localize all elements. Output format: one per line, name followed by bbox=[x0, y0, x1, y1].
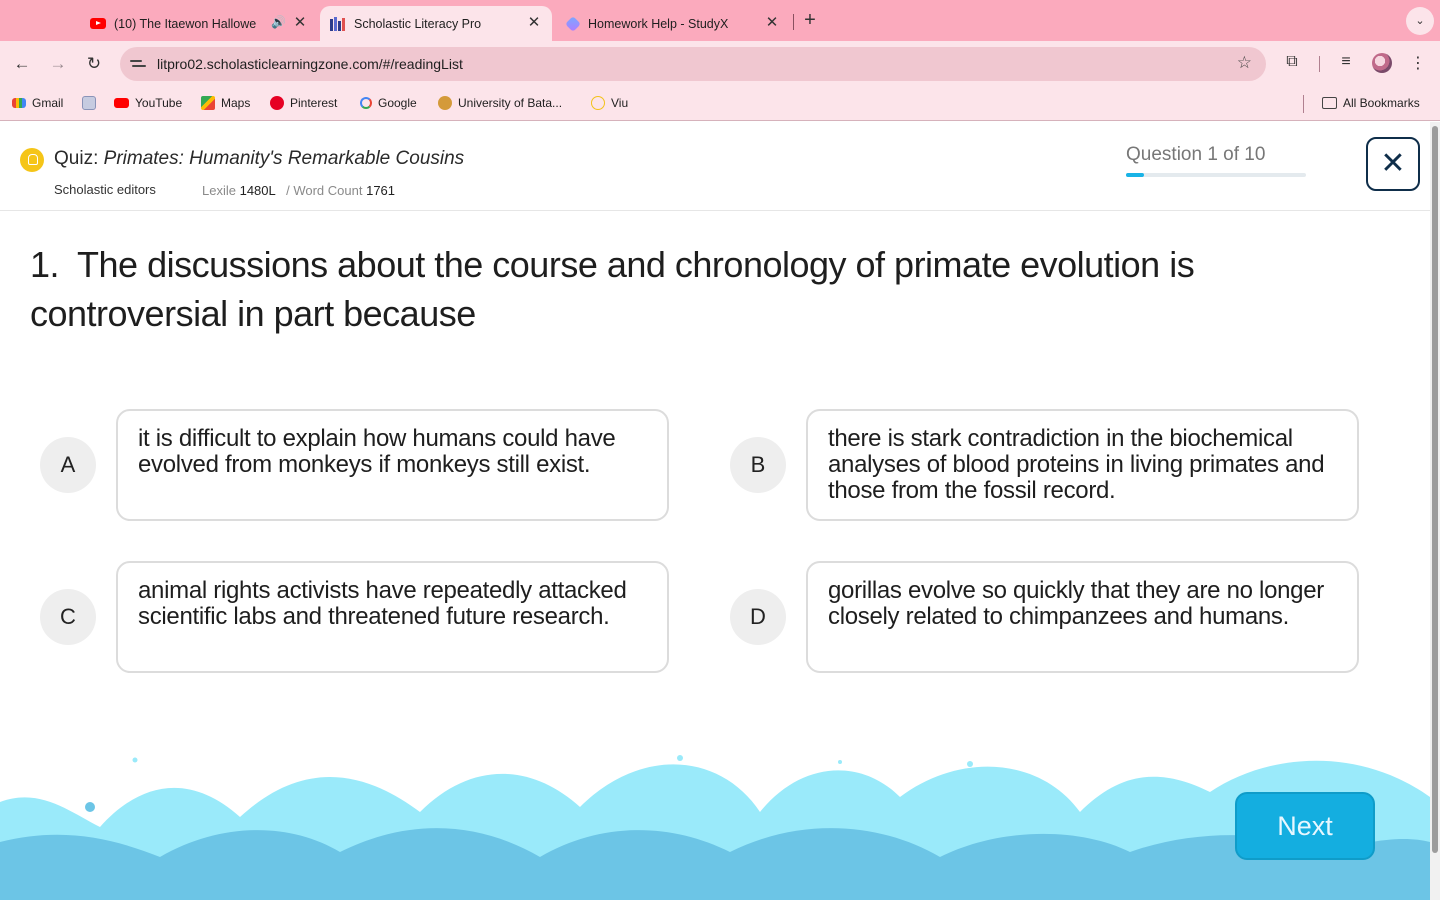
url-text[interactable]: litpro02.scholasticlearningzone.com/#/re… bbox=[157, 56, 463, 72]
answer-b-letter[interactable]: B bbox=[730, 437, 786, 493]
tab-title: Homework Help - StudyX bbox=[588, 16, 729, 31]
quiz-page: Quiz: Primates: Humanity's Remarkable Co… bbox=[0, 122, 1430, 900]
bookmark-label: Maps bbox=[221, 96, 251, 110]
tab-scholastic[interactable]: Scholastic Literacy Pro ✕ bbox=[320, 6, 552, 41]
quiz-author: Scholastic editors bbox=[54, 182, 156, 197]
answer-b-option[interactable]: there is stark contradiction in the bioc… bbox=[806, 409, 1359, 521]
bookmark-label: Viu bbox=[611, 96, 629, 110]
question-number: 1. bbox=[30, 244, 60, 285]
folder-icon bbox=[1322, 97, 1337, 109]
question-body: The discussions about the course and chr… bbox=[30, 244, 1195, 334]
media-control-icon[interactable]: ≡ bbox=[1335, 53, 1357, 71]
word-count-value: 1761 bbox=[366, 183, 396, 198]
youtube-icon bbox=[114, 98, 129, 108]
bookmark-youtube[interactable]: YouTube bbox=[114, 96, 182, 110]
books-icon bbox=[330, 16, 346, 31]
bookmark-google[interactable]: Google bbox=[360, 96, 417, 110]
word-count-label: / Word Count bbox=[286, 183, 363, 198]
close-icon[interactable]: ✕ bbox=[292, 15, 308, 31]
tab-search-button[interactable]: ⌄ bbox=[1406, 7, 1434, 35]
question-text: 1. The discussions about the course and c… bbox=[30, 240, 1400, 338]
maps-icon bbox=[201, 96, 215, 110]
bookmarks-divider bbox=[1303, 95, 1304, 113]
close-icon[interactable]: ✕ bbox=[764, 15, 780, 31]
all-bookmarks-label: All Bookmarks bbox=[1343, 96, 1420, 110]
quiz-title-text: Primates: Humanity's Remarkable Cousins bbox=[103, 148, 465, 169]
site-settings-icon[interactable] bbox=[130, 57, 146, 71]
answer-d-letter[interactable]: D bbox=[730, 589, 786, 645]
browser-toolbar: ← → ↻ litpro02.scholasticlearningzone.co… bbox=[0, 41, 1440, 87]
close-icon[interactable]: ✕ bbox=[526, 15, 542, 31]
bookmark-label: Google bbox=[378, 96, 417, 110]
bookmark-maps[interactable]: Maps bbox=[201, 96, 250, 110]
bookmark-label: YouTube bbox=[135, 96, 183, 110]
wave-decoration bbox=[0, 755, 1430, 900]
answer-a-letter[interactable]: A bbox=[40, 437, 96, 493]
quiz-progress-bar bbox=[1126, 173, 1306, 177]
gmail-icon bbox=[12, 98, 26, 108]
page-scrollbar[interactable] bbox=[1430, 122, 1440, 900]
quiz-header: Quiz: Primates: Humanity's Remarkable Co… bbox=[0, 122, 1430, 211]
news-icon bbox=[82, 96, 96, 110]
bookmarks-bar: Gmail YouTube Maps Pinterest Google Univ… bbox=[0, 87, 1440, 121]
reload-button[interactable]: ↻ bbox=[82, 53, 106, 75]
studyx-icon bbox=[565, 15, 581, 32]
tab-strip: (10) The Itaewon Hallowe 🔊 ✕ Scholastic … bbox=[0, 0, 1440, 41]
back-button[interactable]: ← bbox=[10, 53, 34, 75]
university-icon bbox=[438, 96, 452, 110]
menu-icon[interactable]: ⋮ bbox=[1407, 53, 1429, 73]
pinterest-icon bbox=[270, 96, 284, 110]
bookmark-gmail[interactable]: Gmail bbox=[12, 96, 63, 110]
address-bar[interactable]: litpro02.scholasticlearningzone.com/#/re… bbox=[120, 47, 1266, 81]
tab-studyx[interactable]: Homework Help - StudyX ✕ bbox=[556, 6, 790, 41]
answer-d-option[interactable]: gorillas evolve so quickly that they are… bbox=[806, 561, 1359, 673]
answer-c-option[interactable]: animal rights activists have repeatedly … bbox=[116, 561, 669, 673]
forward-button[interactable]: → bbox=[46, 53, 70, 75]
bookmark-university[interactable]: University of Bata... bbox=[438, 96, 562, 110]
tab-youtube[interactable]: (10) The Itaewon Hallowe 🔊 ✕ bbox=[80, 6, 318, 41]
next-button[interactable]: Next bbox=[1235, 792, 1375, 860]
viu-icon bbox=[591, 96, 605, 110]
tab-title: (10) The Itaewon Hallowe bbox=[114, 16, 257, 31]
speaker-icon[interactable]: 🔊 bbox=[271, 15, 286, 29]
bookmark-pinterest[interactable]: Pinterest bbox=[270, 96, 337, 110]
bookmark-viu[interactable]: Viu bbox=[591, 96, 628, 110]
tab-title: Scholastic Literacy Pro bbox=[354, 16, 482, 31]
toolbar-divider bbox=[1319, 56, 1320, 72]
all-bookmarks-button[interactable]: All Bookmarks bbox=[1322, 96, 1420, 110]
answer-c-letter[interactable]: C bbox=[40, 589, 96, 645]
answer-a-option[interactable]: it is difficult to explain how humans co… bbox=[116, 409, 669, 521]
profile-avatar[interactable] bbox=[1372, 53, 1392, 73]
scrollbar-thumb[interactable] bbox=[1432, 126, 1438, 853]
quiz-progress-fill bbox=[1126, 173, 1144, 177]
quiz-meta: Lexile 1480L / Word Count 1761 bbox=[202, 183, 395, 198]
question-counter: Question 1 of 10 bbox=[1126, 144, 1266, 165]
tab-divider bbox=[793, 14, 794, 30]
lightbulb-icon bbox=[20, 148, 44, 172]
bookmark-label: Pinterest bbox=[290, 96, 338, 110]
bookmark-label: Gmail bbox=[32, 96, 64, 110]
bookmark-star-icon[interactable]: ☆ bbox=[1237, 53, 1252, 73]
bookmark-label: University of Bata... bbox=[458, 96, 563, 110]
quiz-title-prefix: Quiz: bbox=[54, 148, 99, 169]
new-tab-button[interactable]: + bbox=[801, 10, 819, 30]
close-quiz-button[interactable]: ✕ bbox=[1366, 137, 1420, 191]
bookmark-news[interactable] bbox=[82, 96, 96, 110]
lexile-label: Lexile bbox=[202, 183, 236, 198]
youtube-icon bbox=[90, 18, 106, 29]
lexile-value: 1480L bbox=[239, 183, 276, 198]
extensions-icon[interactable]: ⧉ bbox=[1281, 53, 1303, 71]
quiz-title: Quiz: Primates: Humanity's Remarkable Co… bbox=[54, 148, 464, 170]
google-icon bbox=[360, 97, 372, 109]
